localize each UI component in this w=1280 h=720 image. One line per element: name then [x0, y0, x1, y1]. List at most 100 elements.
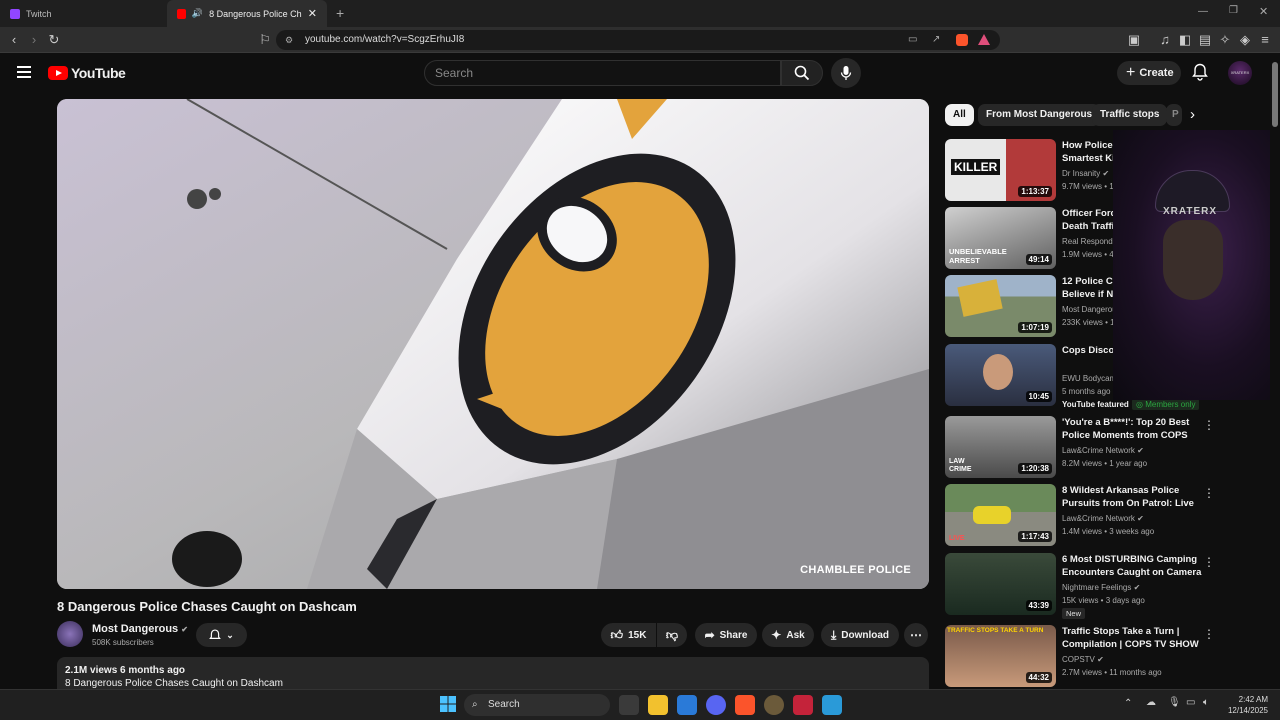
video-thumbnail[interactable]: 10:45	[945, 344, 1056, 406]
close-window-icon[interactable]: ✕	[1259, 5, 1268, 18]
twitch-icon	[10, 8, 20, 19]
chip-all[interactable]: All	[945, 104, 974, 126]
channel-name[interactable]: Most Dangerous ✔	[92, 623, 188, 635]
media-icon[interactable]: ♫	[1157, 32, 1173, 48]
cast-icon[interactable]: ▭	[908, 30, 917, 50]
like-count: 15K	[628, 629, 647, 641]
notifications-bell-icon[interactable]	[1192, 63, 1208, 86]
video-thumbnail[interactable]: KILLER 1:13:37	[945, 139, 1056, 201]
channel-name[interactable]: COPSTV ✔	[1062, 655, 1104, 664]
file-explorer-icon[interactable]	[648, 695, 668, 715]
tray-mic-icon[interactable]: 🎙︎	[1168, 697, 1181, 708]
channel-name[interactable]: Dr Insanity ✔	[1062, 169, 1109, 178]
address-bar[interactable]: ⚙ youtube.com/watch?v=ScgzErhuJI8 ▭ ↗	[276, 30, 1000, 50]
maximize-icon[interactable]: ❐	[1229, 5, 1238, 16]
video-player[interactable]: CHAMBLEE POLICE	[57, 99, 929, 589]
download-button[interactable]: ⤓ Download	[821, 623, 899, 647]
video-thumbnail[interactable]: 1:07:19	[945, 275, 1056, 337]
reload-icon[interactable]: ↻	[46, 32, 62, 48]
site-info-icon[interactable]: ⚙	[285, 30, 293, 50]
speaker-icon[interactable]: 🔊	[192, 8, 203, 19]
clock[interactable]: 2:42 AM 12/14/2025	[1222, 694, 1268, 716]
tray-app-icon[interactable]: ☁	[1146, 697, 1156, 708]
create-button[interactable]: + Create	[1117, 61, 1181, 85]
youtube-header: YouTube Search + Create XRATERX	[0, 53, 1280, 93]
leo-ai-icon[interactable]: ✧	[1217, 32, 1233, 48]
sidebar-icon[interactable]: ◧	[1177, 32, 1193, 48]
vpn-icon[interactable]: ◈	[1237, 32, 1253, 48]
recommendation-item[interactable]: TRAFFIC STOPS TAKE A TURN 44:32 Traffic …	[945, 625, 1215, 689]
youtube-logo[interactable]: YouTube	[48, 65, 126, 81]
channel-name[interactable]: Nightmare Feelings ✔	[1062, 583, 1140, 592]
video-meta: 15K views • 3 days ago	[1062, 596, 1145, 605]
ask-button[interactable]: ✦ Ask	[762, 623, 814, 647]
share-page-icon[interactable]: ↗	[932, 30, 940, 50]
chip-traffic-stops[interactable]: Traffic stops	[1092, 104, 1168, 126]
tab-twitch[interactable]: Twitch	[0, 0, 165, 27]
account-avatar[interactable]: XRATERX	[1228, 61, 1252, 85]
more-options-icon[interactable]: ⋮	[1203, 555, 1215, 569]
video-thumbnail[interactable]: LAW CRIME 1:20:38	[945, 416, 1056, 478]
search-icon	[794, 65, 810, 81]
channel-avatar[interactable]	[57, 621, 83, 647]
like-button[interactable]: 👍︎ 15K	[601, 623, 656, 647]
channel-text: Law&Crime Network	[1062, 514, 1135, 523]
channel-name[interactable]: EWU Bodycam	[1062, 374, 1116, 383]
scrollbar-thumb[interactable]	[1272, 62, 1278, 127]
streaming-app-icon[interactable]	[793, 695, 813, 715]
chip-more[interactable]: P	[1166, 104, 1182, 126]
video-title[interactable]: Traffic Stops Take a Turn | Compilation …	[1062, 625, 1202, 651]
search-input[interactable]: Search	[424, 60, 781, 86]
clock-time: 2:42 AM	[1238, 695, 1268, 704]
more-options-icon[interactable]: ⋮	[1203, 486, 1215, 500]
network-icon[interactable]: ▭	[1186, 697, 1195, 708]
reader-icon[interactable]: ▣	[1126, 32, 1142, 48]
channel-name[interactable]: Most Dangerous	[1062, 305, 1121, 314]
volume-icon[interactable]: 🔈︎	[1203, 697, 1209, 708]
channel-name[interactable]: Law&Crime Network ✔	[1062, 514, 1144, 523]
wallet-icon[interactable]: ▤	[1197, 32, 1213, 48]
forward-icon[interactable]: ›	[26, 32, 42, 48]
search-button[interactable]	[781, 60, 823, 86]
video-title[interactable]: 'You're a B****!': Top 20 Best Police Mo…	[1062, 416, 1202, 442]
discord-icon[interactable]	[706, 695, 726, 715]
brave-browser-icon[interactable]	[735, 695, 755, 715]
recommendation-item[interactable]: 43:39 6 Most DISTURBING Camping Encounte…	[945, 553, 1215, 619]
video-thumbnail[interactable]: 43:39	[945, 553, 1056, 615]
more-actions-button[interactable]: ⋯	[904, 623, 928, 647]
video-thumbnail[interactable]: LIVE 1:17:43	[945, 484, 1056, 546]
dislike-button[interactable]: 👎︎	[657, 623, 687, 647]
task-view-icon[interactable]	[619, 695, 639, 715]
recommendation-item[interactable]: LAW CRIME 1:20:38 'You're a B****!': Top…	[945, 416, 1215, 480]
photos-icon[interactable]	[822, 695, 842, 715]
subscribe-notification-button[interactable]: ⌄	[196, 623, 247, 647]
app-icon[interactable]	[764, 695, 784, 715]
minimize-icon[interactable]: —	[1198, 6, 1208, 17]
microsoft-store-icon[interactable]	[677, 695, 697, 715]
video-thumbnail[interactable]: UNBELIEVABLE ARREST 49:14	[945, 207, 1056, 269]
share-button[interactable]: ➦ Share	[695, 623, 757, 647]
chevron-right-icon[interactable]: ›	[1190, 106, 1195, 123]
taskbar-search[interactable]: ⌕ Search	[464, 694, 610, 716]
brave-shield-icon[interactable]	[956, 34, 968, 46]
brave-rewards-icon[interactable]	[978, 34, 990, 45]
recommendation-item[interactable]: LIVE 1:17:43 8 Wildest Arkansas Police P…	[945, 484, 1215, 548]
bookmark-icon[interactable]: ⚐	[257, 32, 273, 48]
back-icon[interactable]: ‹	[6, 32, 22, 48]
video-title[interactable]: 8 Wildest Arkansas Police Pursuits from …	[1062, 484, 1202, 510]
chip-from-most-dangerous[interactable]: From Most Dangerous	[978, 104, 1101, 126]
channel-name[interactable]: Law&Crime Network ✔	[1062, 446, 1144, 455]
more-options-icon[interactable]: ⋮	[1203, 418, 1215, 432]
video-title[interactable]: 6 Most DISTURBING Camping Encounters Cau…	[1062, 553, 1202, 579]
windows-start-icon[interactable]	[439, 695, 459, 715]
tray-chevron-up-icon[interactable]: ⌃	[1124, 698, 1132, 709]
more-options-icon[interactable]: ⋮	[1203, 627, 1215, 641]
tab-youtube[interactable]: 🔊 8 Dangerous Police Chases C ✕	[167, 0, 327, 27]
video-thumbnail[interactable]: TRAFFIC STOPS TAKE A TURN 44:32	[945, 625, 1056, 687]
hamburger-menu-icon[interactable]	[17, 66, 31, 78]
new-tab-icon[interactable]: +	[336, 5, 344, 21]
close-tab-icon[interactable]: ✕	[308, 7, 317, 20]
menu-icon[interactable]: ≡	[1257, 32, 1273, 48]
voice-search-button[interactable]	[831, 58, 861, 88]
video-meta: 5 months ago	[1062, 387, 1111, 396]
